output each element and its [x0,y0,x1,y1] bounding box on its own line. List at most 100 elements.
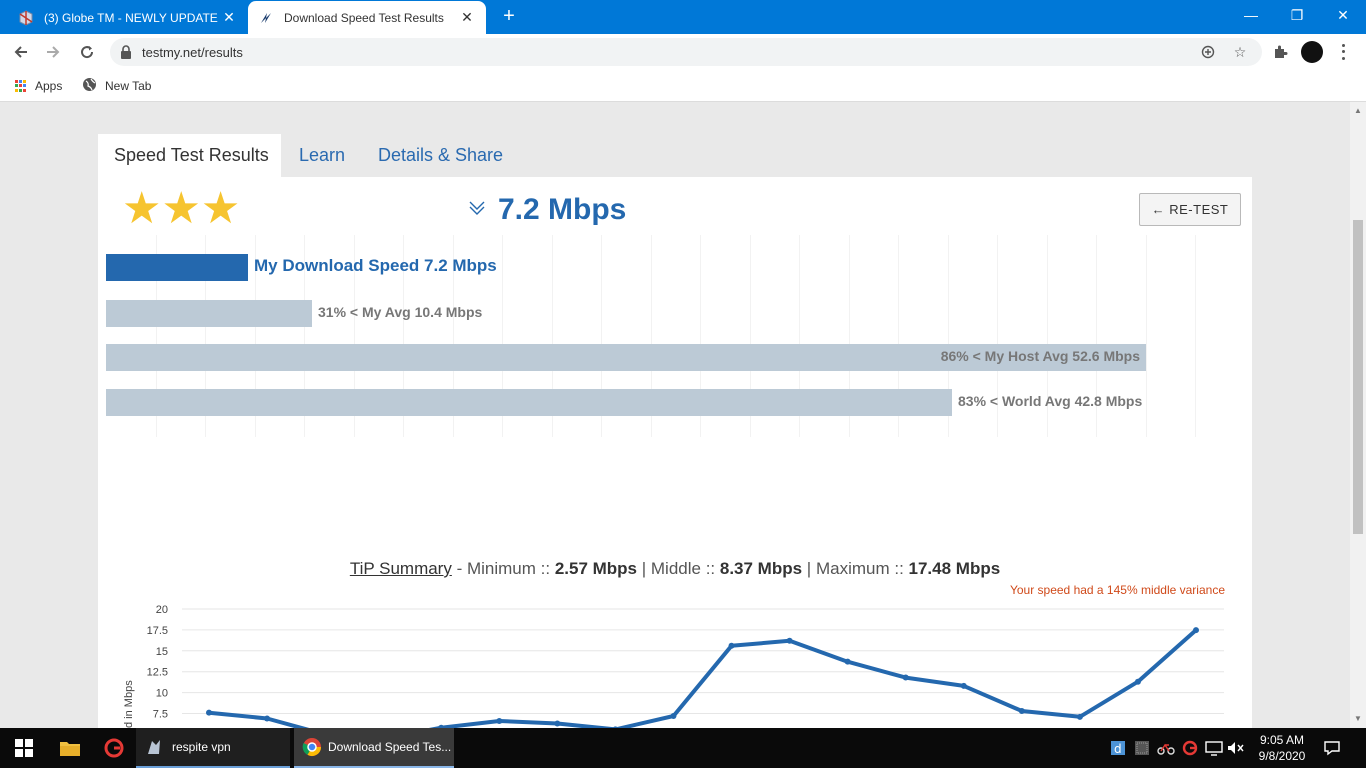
app-icon[interactable] [1132,738,1152,758]
browser-tab-globe[interactable]: (3) Globe TM - NEWLY UPDATE [ ✕ [8,1,248,34]
middle-label: Middle :: [650,559,720,578]
taskbar-chrome-speedtest[interactable]: Download Speed Tes... [294,728,454,768]
taskbar-item-label: respite vpn [172,740,231,754]
speed-data-point [206,709,212,716]
bike-icon[interactable] [1156,738,1176,758]
y-axis-label: Speed in Mbps [123,680,135,728]
rating-stars: ★★★ [122,184,241,233]
extensions-puzzle-icon[interactable] [1270,42,1290,62]
browser-title-bar: (3) Globe TM - NEWLY UPDATE [ ✕ Download… [0,0,1366,34]
summary-pipe: | [637,559,651,578]
volume-muted-icon[interactable] [1226,738,1246,758]
notifications-icon[interactable] [1322,738,1342,758]
taskbar-respite-vpn[interactable]: respite vpn [136,728,290,768]
bookmark-label: Apps [35,79,63,93]
scroll-down-arrow-icon[interactable]: ▼ [1354,714,1362,723]
bar-my-download-speed [106,254,248,281]
results-card: ★★★ 7.2 Mbps ← RE-TEST My Download Speed… [98,177,1252,728]
retest-button[interactable]: ← RE-TEST [1139,193,1241,226]
middle-value: 8.37 Mbps [719,559,803,578]
add-site-icon[interactable] [1198,42,1218,62]
speed-data-point [902,674,909,681]
label-my-download-speed: My Download Speed 7.2 Mbps [254,256,497,275]
garena-icon[interactable] [92,728,136,768]
variance-note: Your speed had a 145% middle variance [1009,583,1225,597]
svg-text:d: d [1114,742,1122,756]
scroll-thumb[interactable] [1353,220,1363,534]
speed-data-point [960,682,967,689]
y-tick-label: 7.5 [153,709,168,721]
bookmark-apps[interactable]: Apps [15,77,62,95]
minimum-value: 2.57 Mbps [554,559,638,578]
y-tick-label: 12.5 [147,667,168,679]
grid-line [1195,235,1196,437]
file-explorer-icon[interactable] [48,728,92,768]
lock-icon[interactable] [120,45,132,59]
speed-data-point [1018,707,1025,714]
summary-dash: - [451,559,467,578]
page-viewport: Speed Test Results Learn Details & Share… [0,102,1350,728]
tab-speed-test-results[interactable]: Speed Test Results [98,134,281,177]
url-text: testmy.net/results [142,45,243,60]
browser-tab-speedtest[interactable]: Download Speed Test Results ✕ [248,1,486,34]
scroll-up-arrow-icon[interactable]: ▲ [1354,106,1362,115]
speed-data-point [670,713,677,720]
globe-icon [82,77,97,95]
speed-data-point [1076,713,1083,720]
bookmark-new-tab[interactable]: New Tab [82,77,151,95]
close-tab-icon[interactable]: ✕ [458,9,476,27]
maximum-value: 17.48 Mbps [908,559,1001,578]
browser-tab-title: (3) Globe TM - NEWLY UPDATE [ [44,10,220,25]
close-tab-icon[interactable]: ✕ [220,9,238,27]
page-scrollbar[interactable]: ▲ ▼ [1350,102,1366,728]
chrome-menu-icon[interactable] [1336,42,1350,62]
tip-summary: TiP Summary - Minimum :: 2.57 Mbps | Mid… [98,559,1252,579]
apps-grid-icon [15,80,27,92]
maximize-button[interactable]: ❐ [1274,0,1320,30]
profile-avatar[interactable] [1301,41,1323,63]
system-clock[interactable]: 9:05 AM 9/8/2020 [1254,732,1310,764]
vpn-icon [144,737,164,757]
windows-taskbar: respite vpn Download Speed Tes... d 9:05… [0,728,1366,768]
testmy-favicon-icon [258,10,274,26]
browser-toolbar: testmy.net/results ☆ [0,34,1366,70]
back-arrow-icon[interactable] [8,40,34,64]
speed-data-point [496,718,503,725]
y-tick-label: 10 [156,688,168,700]
address-bar[interactable]: testmy.net/results ☆ [110,38,1262,66]
speed-data-point [554,720,561,727]
bar-world-avg [106,389,952,416]
grid-line [1145,235,1147,437]
close-window-button[interactable]: ✕ [1320,0,1366,30]
garena-tray-icon[interactable] [1180,738,1200,758]
globe-tm-favicon-icon [18,9,34,26]
label-my-avg: 31% < My Avg 10.4 Mbps [318,304,483,320]
speed-line-chart: 20 17.5 15 12.5 10 7.5 Speed in Mbps [123,604,1224,728]
chrome-icon [302,737,322,757]
tab-details-share[interactable]: Details & Share [362,134,519,177]
forward-arrow-icon[interactable] [40,40,66,64]
speed-data-point [786,637,793,644]
label-my-host-avg: 86% < My Host Avg 52.6 Mbps [940,348,1140,364]
bar-my-avg [106,300,312,327]
windows-start-icon[interactable] [0,728,48,768]
bookmark-star-icon[interactable]: ☆ [1230,42,1250,62]
speed-data-point [1134,678,1141,685]
tab-learn[interactable]: Learn [283,134,361,177]
tip-summary-link[interactable]: TiP Summary [350,559,452,578]
y-tick-label: 15 [156,646,168,658]
network-icon[interactable] [1204,738,1224,758]
summary-pipe: | [802,559,816,578]
speed-data-point [264,715,271,722]
reload-icon[interactable] [74,40,100,64]
bookmark-label: New Tab [105,79,152,93]
label-world-avg: 83% < World Avg 42.8 Mbps [958,393,1143,409]
minimum-label: Minimum :: [466,559,555,578]
clock-date: 9/8/2020 [1258,749,1306,763]
download-speed-headline: 7.2 Mbps [498,193,627,226]
minimize-button[interactable]: — [1228,0,1274,30]
speed-data-point [844,658,851,665]
y-tick-label: 20 [156,604,168,616]
new-tab-button[interactable]: + [498,6,520,28]
dashlane-icon[interactable]: d [1108,738,1128,758]
